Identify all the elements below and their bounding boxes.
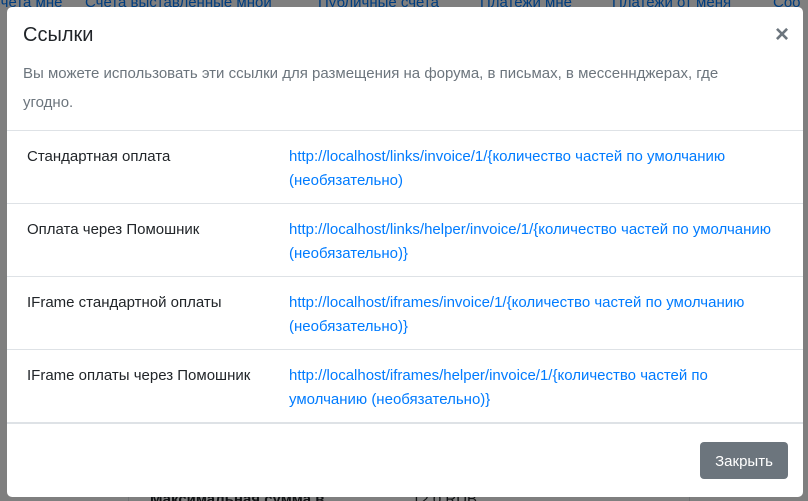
links-modal: Ссылки × Вы можете использовать эти ссыл… <box>7 7 803 497</box>
row-label-iframe-standard: IFrame стандартной оплаты <box>27 294 222 311</box>
link-iframe-helper[interactable]: http://localhost/iframes/helper/invoice/… <box>289 364 784 412</box>
link-helper-payment[interactable]: http://localhost/links/helper/invoice/1/… <box>289 218 784 266</box>
table-row: IFrame стандартной оплаты http://localho… <box>7 277 803 350</box>
link-standard-payment[interactable]: http://localhost/links/invoice/1/{количе… <box>289 145 784 193</box>
table-row: IFrame оплаты через Помошник http://loca… <box>7 350 803 423</box>
link-iframe-standard[interactable]: http://localhost/iframes/invoice/1/{коли… <box>289 291 784 339</box>
close-button[interactable]: Закрыть <box>700 442 788 479</box>
row-label-iframe-helper: IFrame оплаты через Помошник <box>27 367 251 384</box>
row-label-standard-payment: Стандартная оплата <box>27 148 171 165</box>
table-row: Стандартная оплата http://localhost/link… <box>7 131 803 204</box>
modal-header: Ссылки × Вы можете использовать эти ссыл… <box>7 7 803 131</box>
links-table: Стандартная оплата http://localhost/link… <box>7 131 803 423</box>
table-row: Оплата через Помошник http://localhost/l… <box>7 204 803 277</box>
modal-description: Вы можете использовать эти ссылки для ра… <box>23 65 719 111</box>
modal-footer: Закрыть <box>7 423 803 497</box>
row-label-helper-payment: Оплата через Помошник <box>27 221 200 238</box>
modal-title: Ссылки <box>23 24 94 46</box>
close-icon[interactable]: × <box>775 23 789 47</box>
